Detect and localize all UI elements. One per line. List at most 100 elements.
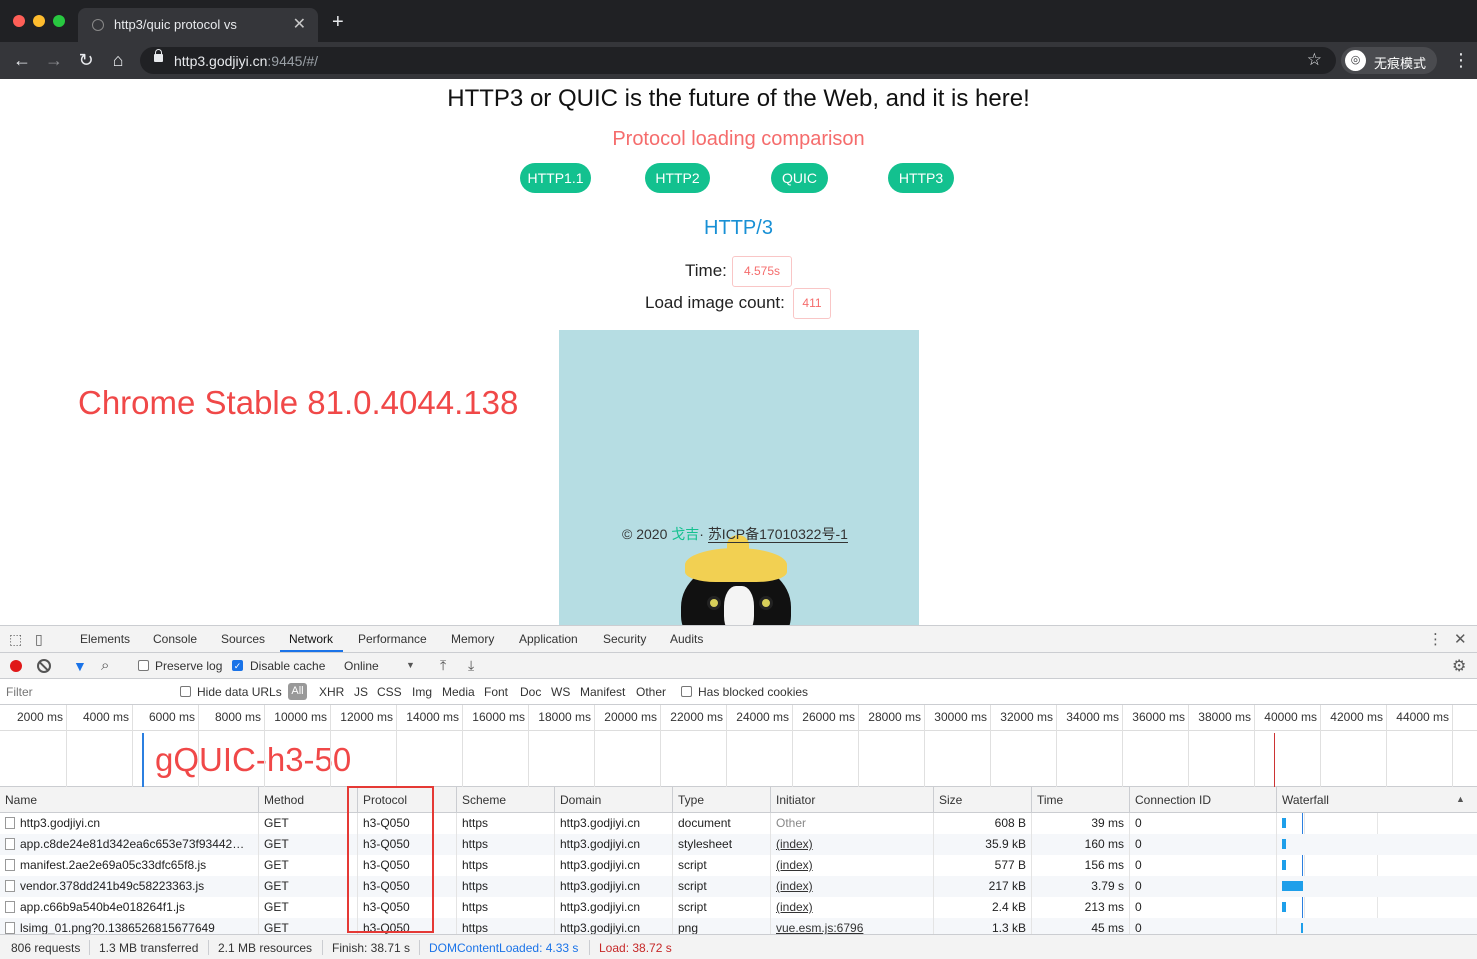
import-har-icon[interactable]: ⤒: [440, 657, 446, 674]
column-header-name[interactable]: Name: [0, 787, 258, 813]
cell-size: 217 kB: [933, 876, 1031, 897]
quic-button[interactable]: QUIC: [771, 163, 828, 193]
devtools-menu-icon[interactable]: ⋮: [1428, 630, 1443, 648]
column-header-conn[interactable]: Connection ID: [1129, 787, 1276, 813]
file-icon: [5, 859, 15, 871]
tab-audits[interactable]: Audits: [670, 632, 703, 646]
cell-domain: http3.godjiyi.cn: [554, 834, 672, 855]
reload-icon[interactable]: ↻: [75, 49, 97, 71]
column-header-initiator[interactable]: Initiator: [770, 787, 933, 813]
table-row[interactable]: vendor.378dd241b49c58223363.js GET h3-Q050…: [0, 876, 1477, 897]
overview-tick-label: 44000 ms: [1396, 710, 1449, 724]
disable-cache-label: Disable cache: [250, 659, 326, 673]
tab-sources[interactable]: Sources: [221, 632, 265, 646]
cell-initiator: vue.esm.js:6796: [770, 918, 933, 934]
cell-scheme: https: [456, 855, 554, 876]
table-row[interactable]: app.c8de24e81d342ea6c653e73f93442… GET h3-…: [0, 834, 1477, 855]
tab-elements[interactable]: Elements: [80, 632, 130, 646]
overview-tick-label: 18000 ms: [538, 710, 591, 724]
filter-input[interactable]: [0, 682, 168, 702]
type-filter-manifest[interactable]: Manifest: [580, 685, 625, 699]
home-icon[interactable]: ⌂: [107, 49, 129, 71]
cell-method: GET: [258, 813, 357, 834]
tab-close-icon[interactable]: ✕: [293, 14, 306, 34]
divider: [419, 940, 420, 955]
back-arrow-icon[interactable]: ←: [11, 49, 33, 71]
chrome-version-annotation: Chrome Stable 81.0.4044.138: [78, 384, 519, 421]
column-header-method[interactable]: Method: [258, 787, 357, 813]
tab-performance[interactable]: Performance: [358, 632, 427, 646]
preserve-log-checkbox[interactable]: [138, 660, 149, 671]
window-close-button[interactable]: [13, 15, 25, 27]
sort-ascending-icon[interactable]: ▲: [1456, 794, 1465, 804]
window-zoom-button[interactable]: [53, 15, 65, 27]
request-table: Name Method Protocol Scheme Domain Type Initia…: [0, 787, 1477, 934]
column-header-size[interactable]: Size: [933, 787, 1031, 813]
finish-time: Finish: 38.71 s: [332, 941, 411, 955]
http3-button[interactable]: HTTP3: [888, 163, 954, 193]
type-filter-media[interactable]: Media: [442, 685, 475, 699]
device-toggle-icon[interactable]: ▯: [35, 631, 43, 647]
type-filter-other[interactable]: Other: [636, 685, 666, 699]
new-tab-button[interactable]: +: [332, 12, 344, 32]
overview-gridline: [594, 705, 595, 787]
cell-domain: http3.godjiyi.cn: [554, 897, 672, 918]
column-header-type[interactable]: Type: [672, 787, 770, 813]
browser-menu-icon[interactable]: ⋮: [1452, 50, 1470, 70]
column-header-wf[interactable]: Waterfall: [1276, 787, 1477, 813]
column-header-scheme[interactable]: Scheme: [456, 787, 554, 813]
disable-cache-checkbox[interactable]: ✓: [232, 660, 243, 671]
gear-icon[interactable]: ⚙: [1452, 656, 1466, 676]
type-filter-doc[interactable]: Doc: [520, 685, 541, 699]
tab-console[interactable]: Console: [153, 632, 197, 646]
record-icon[interactable]: [10, 660, 22, 672]
devtools-close-icon[interactable]: ✕: [1454, 630, 1467, 648]
filter-funnel-icon[interactable]: ▼: [73, 658, 87, 674]
window-minimize-button[interactable]: [33, 15, 45, 27]
http1-button[interactable]: HTTP1.1: [520, 163, 591, 193]
hide-data-urls-checkbox[interactable]: [180, 686, 191, 697]
blocked-cookies-checkbox[interactable]: [681, 686, 692, 697]
bookmark-star-icon[interactable]: ☆: [1307, 50, 1322, 70]
table-row[interactable]: manifest.2ae2e69a05c33dfc65f8.js GET h3-Q0…: [0, 855, 1477, 876]
footer-icp-link[interactable]: 苏ICP备17010322号-1: [707, 526, 848, 543]
footer-author-link[interactable]: 戈吉: [671, 526, 699, 542]
type-filter-img[interactable]: Img: [412, 685, 432, 699]
load-marker-line: [1274, 733, 1275, 787]
browser-tab[interactable]: http3/quic protocol vs ✕: [78, 8, 318, 42]
inspect-element-icon[interactable]: ⬚: [9, 631, 22, 647]
overview-gridline: [1320, 705, 1321, 787]
type-filter-css[interactable]: CSS: [377, 685, 402, 699]
clear-icon[interactable]: [37, 659, 51, 673]
tab-application[interactable]: Application: [519, 632, 578, 646]
incognito-badge[interactable]: ◎ 无痕模式: [1341, 47, 1437, 74]
export-har-icon[interactable]: ⤓: [468, 657, 474, 674]
cell-time: 213 ms: [1031, 897, 1129, 918]
tab-memory[interactable]: Memory: [451, 632, 494, 646]
timeline-overview[interactable]: gQUIC-h3-50 2000 ms 4000 ms 6000 ms 8000 ms…: [0, 705, 1477, 787]
type-filter-js[interactable]: JS: [354, 685, 368, 699]
cell-initiator: (index): [770, 897, 933, 918]
type-filter-ws[interactable]: WS: [551, 685, 570, 699]
type-filter-xhr[interactable]: XHR: [319, 685, 344, 699]
http2-button[interactable]: HTTP2: [645, 163, 710, 193]
column-header-domain[interactable]: Domain: [554, 787, 672, 813]
url-text[interactable]: http3.godjiyi.cn:9445/#/: [174, 53, 318, 69]
chevron-down-icon[interactable]: ▼: [406, 660, 415, 670]
tab-network[interactable]: Network: [289, 632, 333, 646]
tab-security[interactable]: Security: [603, 632, 646, 646]
table-row[interactable]: lsimg_01.png?0.1386526815677649 GET h3-Q05…: [0, 918, 1477, 934]
search-icon[interactable]: ⌕: [101, 657, 109, 674]
address-bar[interactable]: http3.godjiyi.cn:9445/#/ ☆: [140, 47, 1336, 74]
type-filter-font[interactable]: Font: [484, 685, 508, 699]
browser-titlebar: http3/quic protocol vs ✕ +: [0, 0, 1477, 42]
table-row[interactable]: http3.godjiyi.cn GET h3-Q050 https http3.god…: [0, 813, 1477, 834]
blocked-cookies-label: Has blocked cookies: [698, 685, 809, 699]
overview-tick-label: 26000 ms: [802, 710, 855, 724]
column-header-time[interactable]: Time: [1031, 787, 1129, 813]
type-filter-all[interactable]: All: [288, 683, 307, 700]
forward-arrow-icon[interactable]: →: [43, 49, 65, 71]
file-icon: [5, 838, 15, 850]
throttle-select[interactable]: Online: [344, 659, 379, 673]
table-row[interactable]: app.c66b9a540b4e018264f1.js GET h3-Q050 htt…: [0, 897, 1477, 918]
